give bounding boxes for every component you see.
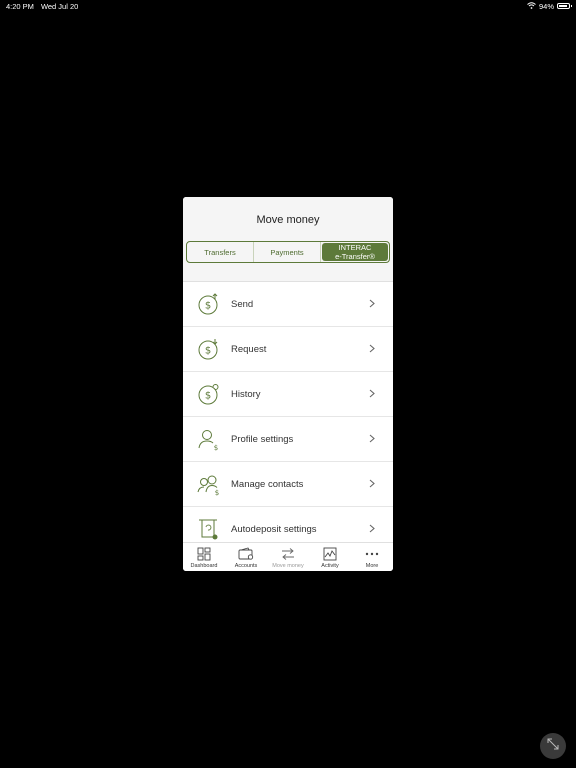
tab-more[interactable]: More (351, 543, 393, 571)
list-item-label: History (231, 388, 261, 400)
bottom-tab-bar: Dashboard Accounts Move money Activity M… (183, 542, 393, 571)
etransfer-options-list: $ Send $ Request $ History $ Profile set… (183, 282, 393, 552)
segment-transfers-label: Transfers (204, 247, 236, 257)
segment-interac-line1: INTERAC (338, 243, 372, 252)
list-item-label: Request (231, 343, 267, 355)
chevron-right-icon (369, 522, 383, 536)
battery-fill (559, 5, 568, 7)
move-money-window: Move money Transfers Payments INTERAC e-… (183, 197, 393, 571)
tab-label: More (365, 563, 379, 569)
status-date: Wed Jul 20 (40, 1, 79, 11)
list-item-label: Manage contacts (231, 478, 304, 490)
tab-accounts[interactable]: Accounts (225, 543, 267, 571)
list-item-send[interactable]: $ Send (183, 282, 393, 327)
segment-payments[interactable]: Payments (254, 242, 321, 262)
chevron-right-icon (369, 342, 383, 356)
dollar-send-icon: $ (196, 291, 222, 317)
tab-label: Activity (321, 563, 339, 569)
autodeposit-icon (196, 516, 222, 542)
segment-payments-label: Payments (270, 247, 304, 257)
chevron-right-icon (369, 297, 383, 311)
status-time: 4:20 PM (6, 1, 34, 11)
chevron-right-icon (369, 432, 383, 446)
dashboard-icon (197, 546, 211, 562)
battery-icon (557, 3, 572, 9)
page-title: Move money (256, 214, 320, 226)
tab-activity[interactable]: Activity (309, 543, 351, 571)
battery-percent: 94% (538, 1, 554, 11)
wifi-icon (527, 1, 536, 11)
wallet-icon (238, 546, 254, 562)
segment-interac-label: INTERAC e-Transfer® (335, 243, 375, 261)
list-item-request[interactable]: $ Request (183, 327, 393, 372)
contacts-dollar-icon: $ (196, 471, 222, 497)
tab-label: Move money (272, 563, 304, 569)
svg-text:$: $ (215, 489, 219, 496)
tab-move-money[interactable]: Move money (267, 543, 309, 571)
header: Move money Transfers Payments INTERAC e-… (183, 197, 393, 282)
segment-transfers[interactable]: Transfers (187, 242, 254, 262)
svg-text:$: $ (214, 444, 218, 451)
segment-interac-line2: e-Transfer® (335, 252, 375, 261)
activity-chart-icon (323, 546, 337, 562)
list-item-label: Autodeposit settings (231, 523, 317, 535)
chevron-right-icon (369, 477, 383, 491)
list-item-label: Send (231, 298, 254, 310)
tab-label: Accounts (234, 563, 258, 569)
tab-dashboard[interactable]: Dashboard (183, 543, 225, 571)
resize-window-button[interactable] (540, 733, 566, 759)
more-dots-icon (365, 546, 379, 562)
svg-text:$: $ (205, 301, 211, 312)
list-item-label: Profile settings (231, 433, 294, 445)
tab-label: Dashboard (190, 563, 218, 569)
dollar-history-icon: $ (196, 381, 222, 407)
profile-dollar-icon: $ (196, 426, 222, 452)
svg-text:$: $ (205, 391, 211, 402)
dollar-request-icon: $ (196, 336, 222, 362)
expand-arrows-icon (546, 737, 560, 756)
segmented-control: Transfers Payments INTERAC e-Transfer® (186, 241, 390, 263)
list-item-manage-contacts[interactable]: $ Manage contacts (183, 462, 393, 507)
transfer-arrows-icon (281, 546, 295, 562)
segment-interac-etransfer[interactable]: INTERAC e-Transfer® (322, 243, 388, 261)
list-item-history[interactable]: $ History (183, 372, 393, 417)
status-bar: 4:20 PM Wed Jul 20 94% (0, 0, 576, 12)
chevron-right-icon (369, 387, 383, 401)
list-item-profile-settings[interactable]: $ Profile settings (183, 417, 393, 462)
svg-text:$: $ (205, 346, 211, 357)
